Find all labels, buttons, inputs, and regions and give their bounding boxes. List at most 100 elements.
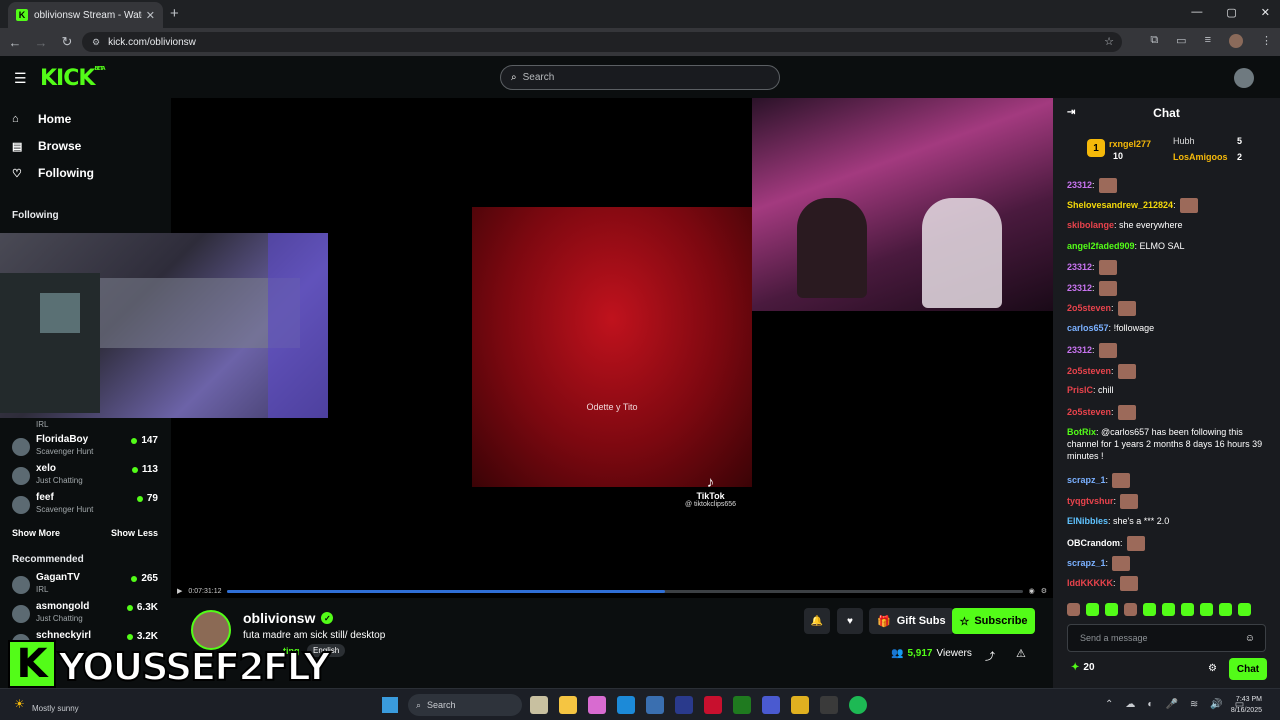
cast-icon[interactable]: ▭ [1176,34,1186,48]
recommended-channel[interactable]: GaganTV IRL 265 [12,572,162,600]
emote-icon[interactable] [1124,603,1137,616]
chat-username[interactable]: scrapz_1 [1067,558,1106,568]
menu-icon[interactable]: ⋮ [1261,34,1272,48]
channel-points[interactable]: ✦ 20 [1071,662,1095,673]
subscribe-button[interactable]: ☆ Subscribe [952,608,1035,634]
chat-message-input[interactable]: Send a message ☺ [1067,624,1266,652]
user-avatar[interactable] [1234,68,1254,88]
show-less-button[interactable]: Show Less [111,528,158,538]
chat-username[interactable]: 2o5steven [1067,366,1111,376]
chat-username[interactable]: 2o5steven [1067,407,1111,417]
spotify-icon[interactable] [849,696,867,714]
sidebar-item-home[interactable]: ⌂ Home [12,112,71,126]
send-chat-button[interactable]: Chat [1229,658,1267,680]
chat-username[interactable]: BotRix [1067,427,1096,437]
leader-name[interactable]: LosAmigoos [1173,152,1228,162]
share-icon[interactable]: ⤴ [985,648,995,663]
bookmark-star-icon[interactable]: ☆ [1104,35,1114,48]
weather-text[interactable]: Mostly sunny [32,704,79,713]
gift-subs-button[interactable]: 🎁 Gift Subs [869,608,954,634]
emote-icon[interactable] [1219,603,1232,616]
chat-username[interactable]: 23312 [1067,180,1092,190]
recommended-channel[interactable]: asmongold Just Chatting 6.3K [12,601,162,629]
following-channel[interactable]: feef Scavenger Hunt 79 [12,492,162,520]
address-bar[interactable]: ⚙ kick.com/oblivionsw ☆ [82,32,1122,52]
app-icon[interactable] [762,696,780,714]
weather-icon[interactable]: ☀ [14,697,25,711]
windows-start-icon[interactable] [382,697,398,713]
chat-username[interactable]: skibolange [1067,220,1114,230]
emote-icon[interactable] [1086,603,1099,616]
chat-username[interactable]: carlos657 [1067,323,1109,333]
chat-settings-icon[interactable]: ⚙ [1208,663,1217,674]
browser-tab[interactable]: K oblivionsw Stream - Watch ✕ [8,2,163,28]
app-icon[interactable] [588,696,606,714]
chat-username[interactable]: 23312 [1067,345,1092,355]
wifi-icon[interactable]: ≋ [1190,699,1198,710]
follow-button[interactable]: ♥ [837,608,863,634]
seek-bar[interactable] [227,589,1023,593]
chrome-icon[interactable] [791,696,809,714]
taskbar-clock[interactable]: 7:43 PM 8/16/2025 [1218,694,1262,716]
sidebar-item-following[interactable]: ♡ Following [12,166,94,180]
search-input[interactable]: ⌕ Search [500,65,780,90]
tray-app-icon[interactable]: ◐ [1147,699,1153,710]
edge-icon[interactable] [617,696,635,714]
chat-username[interactable]: OBCrandom [1067,538,1120,548]
play-icon[interactable]: ▶ [177,587,182,595]
chat-username[interactable]: ElNibbles [1067,516,1108,526]
back-icon[interactable]: ← [4,35,26,50]
streamer-avatar[interactable] [191,610,231,650]
show-more-button[interactable]: Show More [12,528,60,538]
emoji-icon[interactable]: ☺ [1245,633,1255,644]
emote-icon[interactable] [1105,603,1118,616]
following-channel[interactable]: xelo Just Chatting 113 [12,463,162,491]
extensions-icon[interactable]: ⧉ [1150,34,1158,48]
hamburger-menu-icon[interactable]: ☰ [14,70,27,87]
chat-username[interactable]: IddKKKKK [1067,578,1113,588]
sidebar-item-browse[interactable]: ▤ Browse [12,139,81,153]
settings-icon[interactable]: ⚙ [1041,587,1047,595]
chat-username[interactable]: PrislC [1067,385,1093,395]
streamer-name[interactable]: oblivionsw ✓ [243,610,334,626]
emote-icon[interactable] [1162,603,1175,616]
profile-avatar[interactable] [1229,34,1243,48]
forward-icon[interactable]: → [30,35,52,50]
emote-icon[interactable] [1238,603,1251,616]
following-channel[interactable]: FloridaBoy Scavenger Hunt 147 [12,434,162,462]
collapse-chat-icon[interactable]: ⇥ [1067,107,1075,118]
emote-icon[interactable] [1181,603,1194,616]
chevron-up-icon[interactable]: ⌃ [1105,699,1113,710]
kick-logo[interactable]: KICKBETA [40,66,106,91]
chat-username[interactable]: Shelovesandrew_212824 [1067,200,1173,210]
folder-icon[interactable] [559,696,577,714]
emote-icon[interactable] [1200,603,1213,616]
taskbar-search[interactable]: ⌕ Search [408,694,522,716]
new-tab-button[interactable]: + [170,5,179,22]
notification-bell-button[interactable]: 🔔 [804,608,830,634]
emote-icon[interactable] [1143,603,1156,616]
close-window-button[interactable]: ✕ [1261,6,1270,19]
store-icon[interactable] [646,696,664,714]
chat-username[interactable]: scrapz_1 [1067,475,1106,485]
minimize-button[interactable]: — [1191,6,1202,19]
chat-username[interactable]: tyqgtvshur [1067,496,1114,506]
report-icon[interactable]: ⚠ [1016,647,1026,660]
reload-icon[interactable]: ↻ [56,34,78,50]
maximize-button[interactable]: ▢ [1226,6,1236,19]
reading-list-icon[interactable]: ≡ [1205,34,1211,48]
xbox-icon[interactable] [733,696,751,714]
close-tab-icon[interactable]: ✕ [146,9,155,22]
app-icon[interactable] [675,696,693,714]
chat-username[interactable]: angel2faded909 [1067,241,1135,251]
app-icon[interactable] [530,696,548,714]
leader-name[interactable]: Hubh [1173,136,1195,146]
leader-name[interactable]: rxngel277 [1109,139,1151,149]
emote-icon[interactable] [1067,603,1080,616]
chat-username[interactable]: 2o5steven [1067,303,1111,313]
chat-username[interactable]: 23312 [1067,262,1092,272]
tray-app-icon[interactable]: ☁ [1125,699,1135,710]
mcafee-icon[interactable] [704,696,722,714]
microphone-icon[interactable]: 🎤 [1165,699,1177,710]
site-info-icon[interactable]: ⚙ [92,37,100,48]
